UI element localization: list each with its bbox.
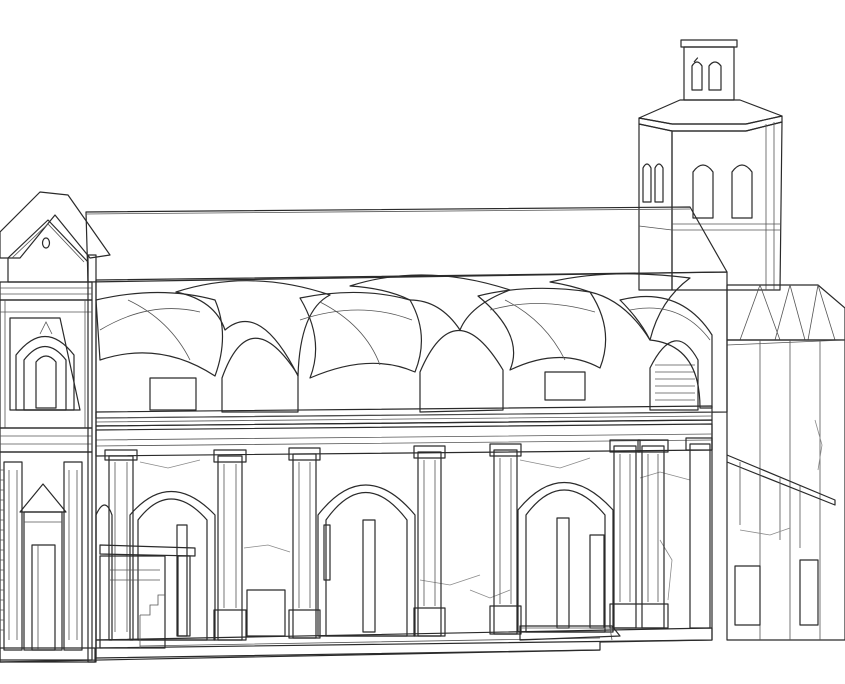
nave-floor: [95, 625, 713, 659]
pilaster: [609, 439, 669, 629]
pilaster: [413, 445, 446, 637]
church-facade: [0, 191, 111, 663]
annex-building: [726, 284, 845, 641]
nave-roof: [85, 206, 728, 283]
vaulted-ceiling: [95, 271, 728, 427]
ground-line: [0, 649, 601, 663]
pilaster: [288, 447, 321, 639]
pilaster: [685, 437, 713, 629]
pilasters: [104, 437, 713, 641]
church-section-drawing: [0, 39, 845, 663]
pilaster: [213, 449, 247, 641]
bell-tower: [638, 39, 783, 291]
pilaster: [489, 443, 522, 635]
side-chapel: [99, 544, 196, 649]
